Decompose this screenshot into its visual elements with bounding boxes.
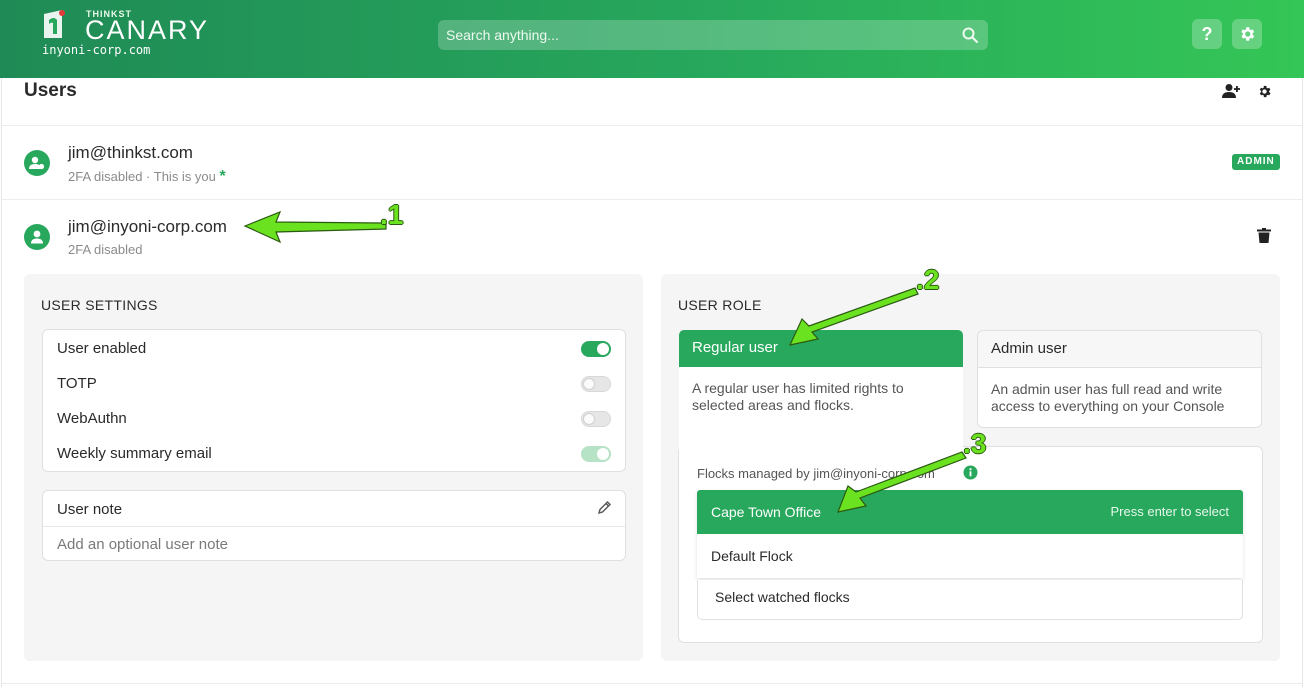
user-settings-panel: USER SETTINGS User enabled TOTP WebAuthn… xyxy=(24,274,643,661)
totp-toggle[interactable] xyxy=(581,376,611,392)
user-email[interactable]: jim@inyoni-corp.com xyxy=(68,217,227,237)
user-note-card: User note Add an optional user note xyxy=(42,490,626,561)
annotation-arrow-icon xyxy=(243,210,387,244)
settings-icon[interactable] xyxy=(1257,84,1272,99)
settings-button[interactable] xyxy=(1232,19,1262,49)
trash-icon[interactable] xyxy=(1257,228,1271,243)
help-icon: ? xyxy=(1201,23,1213,44)
search-input[interactable] xyxy=(438,20,958,50)
divider xyxy=(2,125,1302,126)
user-settings-title: USER SETTINGS xyxy=(41,297,158,313)
top-navigation-bar: THINKST CANARY inyoni-corp.com ? xyxy=(0,0,1304,78)
canary-logo-icon[interactable] xyxy=(42,10,66,38)
current-user-asterisk: * xyxy=(219,168,226,185)
console-domain: inyoni-corp.com xyxy=(42,43,151,57)
user-avatar xyxy=(24,150,50,176)
toggle-label-totp: TOTP xyxy=(57,375,97,392)
user-status: 2FA disabled xyxy=(68,242,143,257)
user-note-input[interactable]: Add an optional user note xyxy=(57,536,228,553)
watched-flocks-select[interactable]: Select watched flocks xyxy=(697,580,1243,620)
user-enabled-toggle[interactable] xyxy=(581,341,611,357)
annotation-marker: .3 xyxy=(963,428,987,459)
watched-flocks-placeholder: Select watched flocks xyxy=(715,589,850,605)
divider xyxy=(2,683,1302,684)
annotation-marker: .1 xyxy=(380,199,404,230)
divider xyxy=(43,526,625,527)
admin-badge: ADMIN xyxy=(1232,154,1280,170)
gear-icon xyxy=(1241,27,1255,41)
pencil-icon[interactable] xyxy=(598,500,612,514)
regular-user-description: A regular user has limited rights to sel… xyxy=(692,380,904,413)
user-avatar xyxy=(24,224,50,250)
option-label: Cape Town Office xyxy=(711,504,821,520)
add-user-icon[interactable] xyxy=(1222,83,1240,99)
user-status: 2FA disabled · This is you * xyxy=(68,168,226,186)
annotation-marker: .2 xyxy=(916,264,940,295)
divider xyxy=(2,199,1302,200)
toggle-label-user-enabled: User enabled xyxy=(57,340,147,357)
option-hint: Press enter to select xyxy=(1110,504,1230,519)
annotation-arrow-icon xyxy=(837,451,967,513)
search-icon[interactable] xyxy=(962,27,978,43)
user-status-text: 2FA disabled · This is you xyxy=(68,169,216,184)
user-role-title: USER ROLE xyxy=(678,297,762,313)
dropdown-option-default-flock[interactable]: Default Flock xyxy=(697,534,1243,578)
admin-user-description: An admin user has full read and write ac… xyxy=(991,381,1225,414)
settings-toggle-card: User enabled TOTP WebAuthn Weekly summar… xyxy=(42,329,626,472)
admin-user-role-option[interactable]: Admin user An admin user has full read a… xyxy=(977,330,1262,428)
help-button[interactable]: ? xyxy=(1192,19,1222,49)
page-title: Users xyxy=(24,80,77,101)
user-icon xyxy=(31,230,43,244)
search-bar[interactable] xyxy=(438,20,988,50)
toggle-label-webauthn: WebAuthn xyxy=(57,410,127,427)
user-email[interactable]: jim@thinkst.com xyxy=(68,143,193,163)
option-label: Default Flock xyxy=(711,548,793,564)
weekly-summary-toggle[interactable] xyxy=(581,446,611,462)
brand-name[interactable]: CANARY xyxy=(85,15,209,46)
toggle-label-weekly-summary: Weekly summary email xyxy=(57,445,212,462)
webauthn-toggle[interactable] xyxy=(581,411,611,427)
admin-user-label[interactable]: Admin user xyxy=(978,331,1261,368)
user-note-label: User note xyxy=(57,501,123,518)
admin-user-icon xyxy=(29,156,45,170)
